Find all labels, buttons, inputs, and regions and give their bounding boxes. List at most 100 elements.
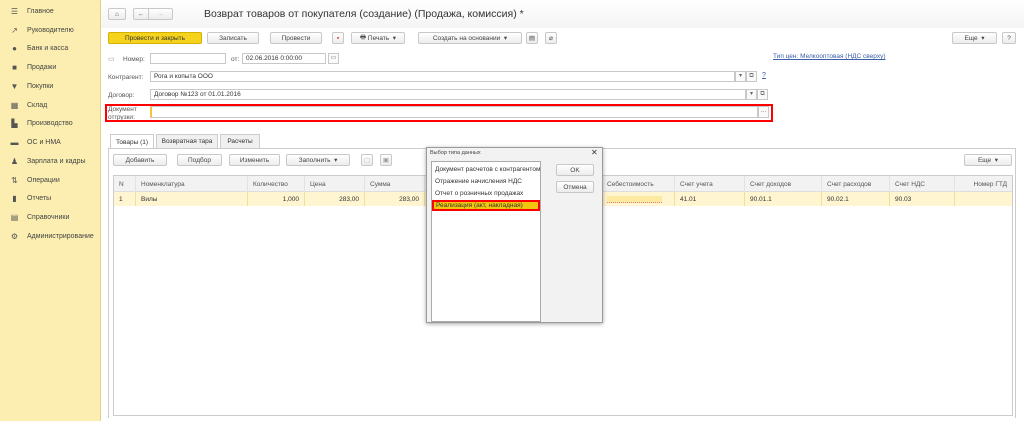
paperclip-icon: ⌀ [549, 35, 553, 42]
chart-icon: ▮ [12, 193, 17, 203]
dropdown-icon: ▾ [738, 73, 742, 79]
help-button[interactable]: ? [1002, 32, 1016, 44]
forward-button[interactable]: → [148, 8, 173, 20]
cancel-button[interactable]: Отмена [556, 181, 594, 193]
list-item[interactable]: Отражение начисления НДС [433, 176, 553, 187]
col-n[interactable]: N [114, 176, 136, 192]
date-field[interactable]: 02.06.2016 0:00:00 [242, 53, 326, 64]
coin-icon: ● [12, 43, 17, 53]
number-label: Номер: [123, 56, 145, 63]
add-row-button[interactable]: Добавить [113, 154, 167, 166]
sidebar-item-manager[interactable]: ↗ Руководителю [0, 21, 100, 39]
fill-button[interactable]: Заполнить ▾ [286, 154, 350, 166]
cell-vat[interactable]: 90.03 [890, 192, 955, 206]
sidebar-item-main[interactable]: ☰ Главное [0, 2, 100, 20]
tab-returnable-packaging[interactable]: Возвратная тара [156, 134, 218, 148]
col-expense[interactable]: Счет расходов [822, 176, 890, 192]
sidebar-item-admin[interactable]: ⚙ Администрирование [0, 227, 100, 245]
cell-price[interactable]: 283,00 [305, 192, 365, 206]
col-item[interactable]: Номенклатура [136, 176, 248, 192]
sidebar-item-production[interactable]: ▙ Производство [0, 114, 100, 132]
list-item[interactable]: Отчет о розничных продажах [433, 188, 553, 199]
col-account[interactable]: Счет учета [675, 176, 745, 192]
cell-account[interactable]: 41.01 [675, 192, 745, 206]
cell-expense[interactable]: 90.02.1 [822, 192, 890, 206]
open-icon: ⧉ [760, 91, 765, 97]
sidebar: ☰ Главное ↗ Руководителю ● Банк и касса ■ Пр… [0, 0, 101, 421]
copy-icon: ▢ [363, 157, 371, 164]
printer-icon: 🖶 [359, 33, 368, 41]
edit-button[interactable]: Изменить [229, 154, 280, 166]
calendar-icon: ▭ [330, 55, 337, 61]
sidebar-item-directories[interactable]: ▤ Справочники [0, 208, 100, 226]
table-more-button[interactable]: Еще ▾ [964, 154, 1012, 166]
dialog-close-button[interactable]: ✕ [591, 148, 598, 157]
create-based-on-button[interactable]: Создать на основании ▾ [418, 32, 522, 44]
sidebar-item-purchases[interactable]: ▼ Покупки [0, 77, 100, 95]
sidebar-item-salary[interactable]: ♟ Зарплата и кадры [0, 152, 100, 170]
highlight-frame [105, 104, 773, 122]
sidebar-item-reports[interactable]: ▮ Отчеты [0, 189, 100, 207]
cell-cost[interactable] [602, 192, 675, 206]
save-button[interactable]: Записать [207, 32, 259, 44]
print-button[interactable]: 🖶 Печать ▾ [351, 32, 405, 44]
cell-income[interactable]: 90.01.1 [745, 192, 822, 206]
sidebar-item-operations[interactable]: ⇅ Операции [0, 171, 100, 189]
col-vat[interactable]: Счет НДС [890, 176, 955, 192]
tab-settlements[interactable]: Расчеты [220, 134, 260, 148]
list-item[interactable]: Документ расчетов с контрагентом [433, 164, 553, 175]
copy-button[interactable]: ▢ [361, 154, 373, 166]
paste-button[interactable]: ▣ [380, 154, 392, 166]
sidebar-item-bank[interactable]: ● Банк и касса [0, 39, 100, 57]
col-gtd[interactable]: Номер ГТД [955, 176, 1012, 192]
ledger-icon: ▪ [336, 34, 340, 42]
contract-field[interactable]: Договор №123 от 01.01.2016 [150, 89, 746, 100]
contract-open-button[interactable]: ⧉ [757, 89, 768, 100]
number-field[interactable] [150, 53, 226, 64]
report-button[interactable]: ▤ [526, 32, 538, 44]
cell-gtd[interactable] [955, 192, 1012, 206]
number-icon: ▭ [108, 56, 115, 63]
post-button[interactable]: Провести [270, 32, 322, 44]
arrow-left-icon: ← [137, 10, 145, 18]
cell-sum[interactable]: 283,00 [365, 192, 425, 206]
col-qty[interactable]: Количество [248, 176, 305, 192]
cell-item[interactable]: Вилы [136, 192, 248, 206]
dropdown-icon: ▾ [749, 91, 753, 97]
sidebar-item-sales[interactable]: ■ Продажи [0, 58, 100, 76]
post-and-close-button[interactable]: Провести и закрыть [108, 32, 202, 44]
list-item-selected[interactable]: Реализация (акт, накладная) [432, 200, 540, 211]
tab-goods[interactable]: Товары (1) [110, 134, 154, 149]
sidebar-item-assets[interactable]: ▬ ОС и НМА [0, 133, 100, 151]
calendar-button[interactable]: ▭ [328, 53, 339, 64]
warehouse-icon: ▦ [10, 100, 19, 110]
contract-label: Договор: [108, 92, 135, 99]
book-icon: ▤ [10, 212, 19, 222]
more-button[interactable]: Еще ▾ [952, 32, 997, 44]
attach-button[interactable]: ⌀ [545, 32, 557, 44]
counterparty-field[interactable]: Рога и копыта ООО [150, 71, 735, 82]
trend-icon: ↗ [11, 25, 18, 35]
dialog-title: Выбор типа данных [430, 150, 481, 156]
back-button[interactable]: ← [133, 8, 148, 20]
contract-dropdown[interactable]: ▾ [746, 89, 757, 100]
pick-button[interactable]: Подбор [177, 154, 222, 166]
price-type-link[interactable]: Тип цен: Мелкооптовая (НДС сверху) [773, 53, 886, 60]
home-button[interactable]: ⌂ [108, 8, 126, 20]
counterparty-label: Контрагент: [108, 74, 144, 81]
cell-n[interactable]: 1 [114, 192, 136, 206]
cell-qty[interactable]: 1,000 [248, 192, 305, 206]
counterparty-open-button[interactable]: ⧉ [746, 71, 757, 82]
dt-kt-button[interactable]: ▪ [332, 32, 344, 44]
dropdown-icon: ▾ [991, 157, 999, 164]
col-income[interactable]: Счет доходов [745, 176, 822, 192]
counterparty-dropdown[interactable]: ▾ [735, 71, 746, 82]
col-price[interactable]: Цена [305, 176, 365, 192]
sidebar-item-warehouse[interactable]: ▦ Склад [0, 96, 100, 114]
data-type-list: Документ расчетов с контрагентом Отражен… [431, 161, 541, 322]
ok-button[interactable]: OK [556, 164, 594, 176]
cart-icon: ▼ [10, 81, 19, 91]
col-cost[interactable]: Себестоимость [602, 176, 675, 192]
col-sum[interactable]: Сумма [365, 176, 425, 192]
counterparty-help-link[interactable]: ? [762, 72, 766, 79]
